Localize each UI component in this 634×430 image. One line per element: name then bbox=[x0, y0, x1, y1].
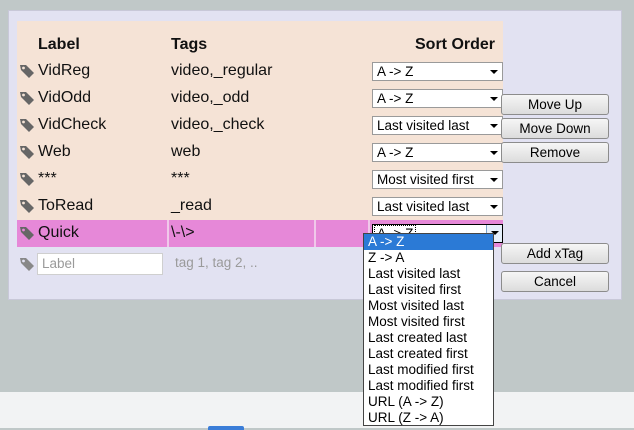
sort-order-select[interactable]: Last visited last bbox=[372, 116, 503, 135]
xtag-row[interactable]: ToRead _read Last visited last bbox=[17, 193, 503, 220]
sort-order-value: Last visited last bbox=[377, 199, 470, 214]
page-background bbox=[0, 392, 634, 430]
add-xtag-button[interactable]: Add xTag bbox=[501, 243, 609, 264]
sort-order-value: A -> Z bbox=[377, 91, 414, 106]
dropdown-option[interactable]: Most visited last bbox=[364, 298, 493, 314]
move-down-button[interactable]: Move Down bbox=[501, 118, 609, 139]
tag-icon bbox=[20, 173, 34, 186]
dropdown-option[interactable]: Z -> A bbox=[364, 250, 493, 266]
xtag-row[interactable]: *** *** Most visited first bbox=[17, 166, 503, 193]
xtag-label[interactable]: ToRead bbox=[38, 197, 93, 215]
chevron-down-icon bbox=[490, 70, 498, 74]
column-header-label: Label bbox=[38, 36, 80, 53]
sort-order-value: A -> Z bbox=[377, 64, 414, 79]
dropdown-option[interactable]: Last modified first bbox=[364, 378, 493, 394]
xtag-label[interactable]: Quick bbox=[38, 224, 79, 242]
new-label-input[interactable]: Label bbox=[37, 253, 163, 275]
column-separator bbox=[314, 220, 316, 247]
tag-icon bbox=[20, 146, 34, 159]
xtag-tags[interactable]: _read bbox=[171, 197, 212, 215]
sort-order-value: Last visited last bbox=[377, 118, 470, 133]
sort-order-select[interactable]: A -> Z bbox=[372, 62, 503, 81]
move-up-button[interactable]: Move Up bbox=[501, 94, 609, 115]
xtag-label[interactable]: VidReg bbox=[38, 62, 90, 80]
sort-order-value: Most visited first bbox=[377, 172, 474, 187]
chevron-down-icon bbox=[490, 205, 498, 209]
xtag-row[interactable]: Web web A -> Z bbox=[17, 139, 503, 166]
xtag-tags[interactable]: \-\> bbox=[171, 224, 195, 242]
dropdown-option[interactable]: Last modified first bbox=[364, 362, 493, 378]
tag-icon bbox=[20, 119, 34, 132]
sort-order-value: A -> Z bbox=[377, 145, 414, 160]
tag-icon bbox=[20, 65, 34, 78]
sort-order-select[interactable]: A -> Z bbox=[372, 89, 503, 108]
xtag-row[interactable]: VidCheck video,_check Last visited last bbox=[17, 112, 503, 139]
chevron-down-icon bbox=[490, 178, 498, 182]
xtag-tags[interactable]: video,_check bbox=[171, 116, 264, 134]
xtag-tags[interactable]: web bbox=[171, 143, 200, 161]
sort-order-select[interactable]: A -> Z bbox=[372, 143, 503, 162]
xtag-tags[interactable]: video,_regular bbox=[171, 62, 272, 80]
sort-order-dropdown-list[interactable]: A -> ZZ -> A Last visited last Last visite… bbox=[363, 233, 494, 426]
cancel-button[interactable]: Cancel bbox=[501, 271, 609, 292]
page-tab-stub bbox=[208, 426, 244, 430]
xtag-tags[interactable]: *** bbox=[171, 170, 190, 188]
tag-icon bbox=[20, 258, 34, 271]
xtag-row[interactable]: VidReg video,_regular A -> Z bbox=[17, 58, 503, 85]
dropdown-option[interactable]: A -> Z bbox=[364, 234, 493, 250]
tag-icon bbox=[20, 92, 34, 105]
dropdown-option[interactable]: Last created last bbox=[364, 330, 493, 346]
dropdown-option[interactable]: Last created first bbox=[364, 346, 493, 362]
chevron-down-icon bbox=[490, 124, 498, 128]
column-separator bbox=[167, 220, 169, 247]
xtag-label[interactable]: *** bbox=[38, 170, 57, 188]
tag-icon bbox=[20, 200, 34, 213]
dropdown-option[interactable]: Most visited first bbox=[364, 314, 493, 330]
remove-button[interactable]: Remove bbox=[501, 142, 609, 163]
tag-icon bbox=[20, 227, 34, 240]
sort-order-select[interactable]: Most visited first bbox=[372, 170, 503, 189]
column-header-sort-order: Sort Order bbox=[415, 36, 496, 53]
chevron-down-icon bbox=[490, 151, 498, 155]
column-header-tags: Tags bbox=[171, 36, 208, 53]
dropdown-option[interactable]: Last visited last bbox=[364, 266, 493, 282]
dropdown-option[interactable]: URL (Z -> A) bbox=[364, 410, 493, 426]
new-tags-input[interactable]: tag 1, tag 2, .. bbox=[171, 253, 371, 275]
xtag-label[interactable]: VidOdd bbox=[38, 89, 91, 107]
xtag-tags[interactable]: video,_odd bbox=[171, 89, 249, 107]
chevron-down-icon bbox=[490, 97, 498, 101]
xtag-label[interactable]: Web bbox=[38, 143, 71, 161]
xtag-label[interactable]: VidCheck bbox=[38, 116, 106, 134]
dropdown-option[interactable]: URL (A -> Z) bbox=[364, 394, 493, 410]
sort-order-select[interactable]: Last visited last bbox=[372, 197, 503, 216]
dropdown-option[interactable]: Last visited first bbox=[364, 282, 493, 298]
xtag-row[interactable]: VidOdd video,_odd A -> Z bbox=[17, 85, 503, 112]
